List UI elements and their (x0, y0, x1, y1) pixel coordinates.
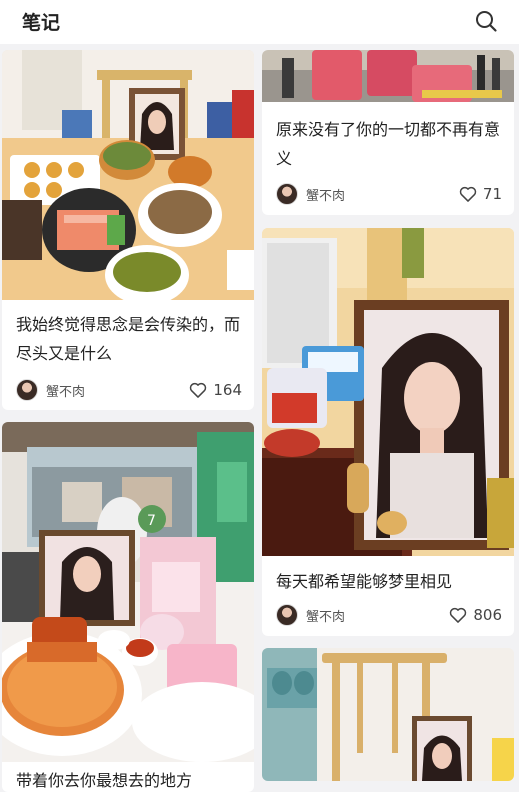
author-name: 蟹不肉 (306, 188, 346, 204)
note-image (262, 50, 514, 102)
avatar (276, 604, 298, 626)
note-card[interactable] (262, 648, 514, 781)
search-icon[interactable] (474, 9, 498, 33)
note-title: 原来没有了你的一切都不再有意义 (276, 120, 501, 168)
note-card[interactable]: 7 带着你去你最想去的地方 (2, 422, 254, 792)
author[interactable]: 蟹不肉 (276, 182, 345, 206)
note-image: 7 (2, 422, 254, 762)
note-image (262, 648, 514, 781)
author-name: 蟹不肉 (306, 609, 346, 625)
note-image (262, 228, 514, 556)
like-button[interactable]: 806 (448, 603, 502, 627)
note-title: 我始终觉得思念是会传染的，而尽头又是什么 (16, 315, 241, 363)
avatar (276, 183, 298, 205)
note-card[interactable]: 我始终觉得思念是会传染的，而尽头又是什么 蟹不肉 164 (2, 50, 254, 410)
like-count: 71 (482, 185, 502, 203)
like-count: 806 (473, 606, 502, 624)
heart-icon (190, 382, 207, 398)
note-title: 每天都希望能够梦里相见 (276, 572, 453, 591)
svg-text:7: 7 (147, 513, 156, 529)
like-button[interactable]: 164 (188, 378, 242, 402)
author[interactable]: 蟹不肉 (16, 378, 85, 402)
avatar (16, 379, 38, 401)
note-image (2, 50, 254, 300)
page-title: 笔记 (22, 12, 61, 34)
author[interactable]: 蟹不肉 (276, 603, 345, 627)
author-name: 蟹不肉 (46, 384, 86, 400)
note-card[interactable]: 原来没有了你的一切都不再有意义 蟹不肉 71 (262, 50, 514, 215)
like-button[interactable]: 71 (458, 182, 502, 206)
app-header: 笔记 (0, 0, 519, 44)
note-card[interactable]: 每天都希望能够梦里相见 蟹不肉 806 (262, 228, 514, 636)
heart-icon (450, 607, 467, 623)
like-count: 164 (213, 381, 242, 399)
note-title: 带着你去你最想去的地方 (16, 771, 193, 790)
heart-icon (459, 186, 477, 202)
